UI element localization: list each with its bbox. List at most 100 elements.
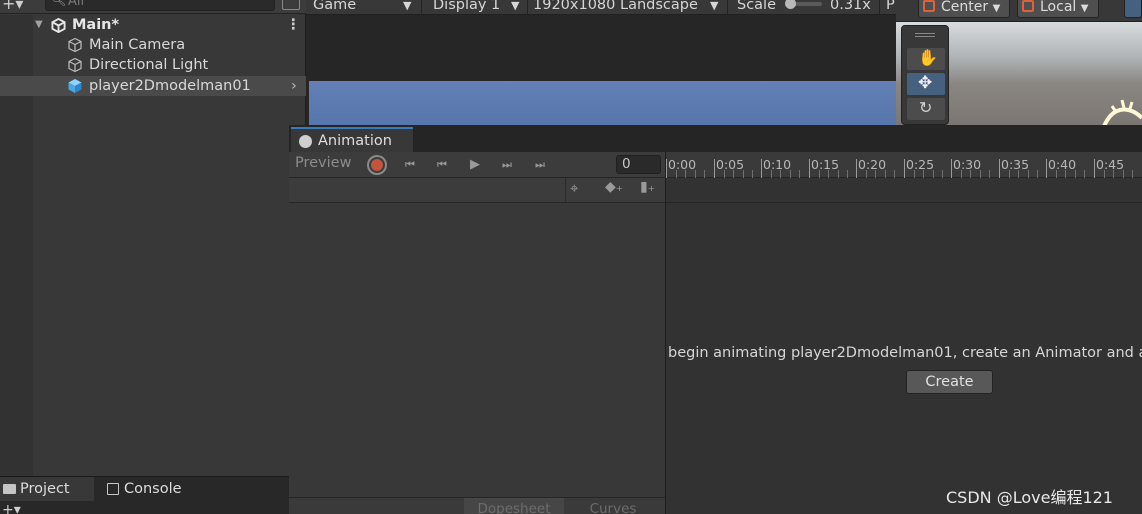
add-icon[interactable]: +▾ xyxy=(2,0,23,13)
hierarchy-search-input[interactable]: 🔍︎ All xyxy=(45,0,275,11)
timeline-minor-tick xyxy=(771,170,772,178)
prefab-cube-icon xyxy=(68,79,82,93)
timeline-tick-label: 0:15 xyxy=(811,157,840,172)
timeline-minor-tick xyxy=(866,170,867,178)
animation-key-toolbar: ⌖ ◆₊ ▮₊ xyxy=(289,178,666,203)
timeline-minor-tick xyxy=(980,170,981,178)
timeline-major-tick xyxy=(951,159,952,178)
chevron-right-icon[interactable]: › xyxy=(291,76,297,96)
palette-drag-handle[interactable] xyxy=(915,33,935,37)
timeline-tick-label: 0:05 xyxy=(716,157,745,172)
tab-dopesheet[interactable]: Dopesheet xyxy=(464,498,564,514)
tab-curves[interactable]: Curves xyxy=(565,498,661,514)
toolbar-divider xyxy=(421,0,422,14)
chevron-down-icon[interactable]: ▼ xyxy=(511,0,519,14)
add-event-icon[interactable]: ▮₊ xyxy=(640,179,655,195)
last-keyframe-icon[interactable]: ⏭ xyxy=(528,155,552,175)
frame-input[interactable]: 0 xyxy=(616,155,661,174)
clock-icon xyxy=(299,135,312,148)
scene-tool-palette: ✋ ✥ ↻ xyxy=(901,25,949,125)
hierarchy-item-label: Main Camera xyxy=(89,37,186,53)
timeline-minor-tick xyxy=(1132,170,1133,178)
move-tool-button[interactable]: ✥ xyxy=(907,73,945,95)
timeline-minor-tick xyxy=(799,170,800,178)
tab-animation[interactable]: Animation xyxy=(291,127,413,153)
display-dropdown[interactable]: Display 1 xyxy=(433,0,500,14)
lock-icon[interactable] xyxy=(282,0,300,10)
timeline-event-row[interactable] xyxy=(666,178,1142,203)
timeline-minor-tick xyxy=(1009,170,1010,178)
timeline-tick-label: 0:10 xyxy=(763,157,792,172)
hand-tool-button[interactable]: ✋ xyxy=(907,48,945,70)
timeline-minor-tick xyxy=(1084,170,1085,178)
previous-keyframe-icon[interactable]: ⏮︎ xyxy=(430,155,454,175)
timeline-minor-tick xyxy=(885,170,886,178)
chevron-down-icon[interactable]: ▼ xyxy=(710,0,718,14)
next-keyframe-icon[interactable]: ⏭︎ xyxy=(495,155,519,175)
tab-console[interactable]: Console xyxy=(104,477,224,501)
timeline-minor-tick xyxy=(704,170,705,178)
timeline-minor-tick xyxy=(847,170,848,178)
toolbar-divider xyxy=(727,0,728,14)
timeline-major-tick xyxy=(904,159,905,178)
game-view-label[interactable]: Game xyxy=(313,0,356,14)
animation-property-list xyxy=(289,203,666,497)
timeline-major-tick xyxy=(809,159,810,178)
filter-by-selection-icon[interactable]: ⌖ xyxy=(570,179,578,197)
toolbar-divider xyxy=(527,0,528,14)
grid-snap-icon[interactable] xyxy=(1124,0,1142,18)
timeline-tick-label: 0:30 xyxy=(953,157,982,172)
hierarchy-item-directional-light[interactable]: Directional Light xyxy=(33,55,306,75)
scale-slider-handle[interactable] xyxy=(785,0,796,9)
scene-toolbar: Center ▼ Local ▼ xyxy=(896,0,1142,22)
first-keyframe-icon[interactable]: ⏮ xyxy=(398,155,422,175)
timeline-tick-label: 0:45 xyxy=(1096,157,1125,172)
timeline-major-tick xyxy=(1046,159,1047,178)
timeline-minor-tick xyxy=(685,170,686,178)
timeline-minor-tick xyxy=(923,170,924,178)
timeline-minor-tick xyxy=(1018,170,1019,178)
add-keyframe-icon[interactable]: ◆₊ xyxy=(605,179,623,195)
timeline-minor-tick xyxy=(914,170,915,178)
scale-label: Scale xyxy=(737,0,777,13)
pivot-mode-dropdown[interactable]: Center ▼ xyxy=(918,0,1010,18)
timeline-minor-tick xyxy=(933,170,934,178)
scale-value: 0.31x xyxy=(830,0,871,13)
hierarchy-item-label: Directional Light xyxy=(89,57,209,73)
timeline-minor-tick xyxy=(724,170,725,178)
timeline-major-tick xyxy=(666,159,667,178)
rotate-tool-button[interactable]: ↻ xyxy=(907,98,945,120)
timeline-minor-tick xyxy=(1065,170,1066,178)
foldout-arrow-icon[interactable]: ▼ xyxy=(35,15,43,35)
add-asset-icon[interactable]: +▾ xyxy=(2,502,21,514)
chevron-down-icon[interactable]: ▼ xyxy=(403,0,411,14)
hierarchy-item-main-camera[interactable]: Main Camera xyxy=(33,35,306,55)
game-toolbar: Game ▼ Display 1 ▼ 1920x1080 Landscape ▼… xyxy=(306,0,896,15)
tab-project[interactable]: Project xyxy=(0,477,94,501)
create-animator-button[interactable]: Create xyxy=(906,370,993,394)
timeline-minor-tick xyxy=(1056,170,1057,178)
hierarchy-item-player2dmodelman01[interactable]: player2Dmodelman01 › xyxy=(0,76,306,96)
timeline-minor-tick xyxy=(780,170,781,178)
play-icon[interactable]: ▶ xyxy=(463,155,487,175)
gameobject-cube-icon xyxy=(68,57,82,73)
timeline-minor-tick xyxy=(970,170,971,178)
hand-icon: ✋ xyxy=(918,48,938,67)
timeline-minor-tick xyxy=(676,170,677,178)
timeline-minor-tick xyxy=(961,170,962,178)
scene-menu-icon[interactable]: ⋮ xyxy=(286,15,301,35)
pivot-center-icon xyxy=(923,0,935,12)
timeline-minor-tick xyxy=(1075,170,1076,178)
timeline-minor-tick xyxy=(1037,170,1038,178)
preview-toggle[interactable]: Preview xyxy=(295,155,351,171)
timeline-tick-label: 0:00 xyxy=(668,157,697,172)
game-render-area xyxy=(309,81,896,125)
play-focus-dropdown[interactable]: P xyxy=(886,0,895,14)
animation-tab-bar xyxy=(289,125,1142,152)
timeline-minor-tick xyxy=(1028,170,1029,178)
pivot-rotation-dropdown[interactable]: Local ▼ xyxy=(1017,0,1099,18)
record-button[interactable] xyxy=(367,155,387,175)
timeline-minor-tick xyxy=(819,170,820,178)
resolution-dropdown[interactable]: 1920x1080 Landscape xyxy=(533,0,698,14)
hierarchy-scene-row[interactable]: ▼ Main* ⋮ xyxy=(0,15,306,35)
